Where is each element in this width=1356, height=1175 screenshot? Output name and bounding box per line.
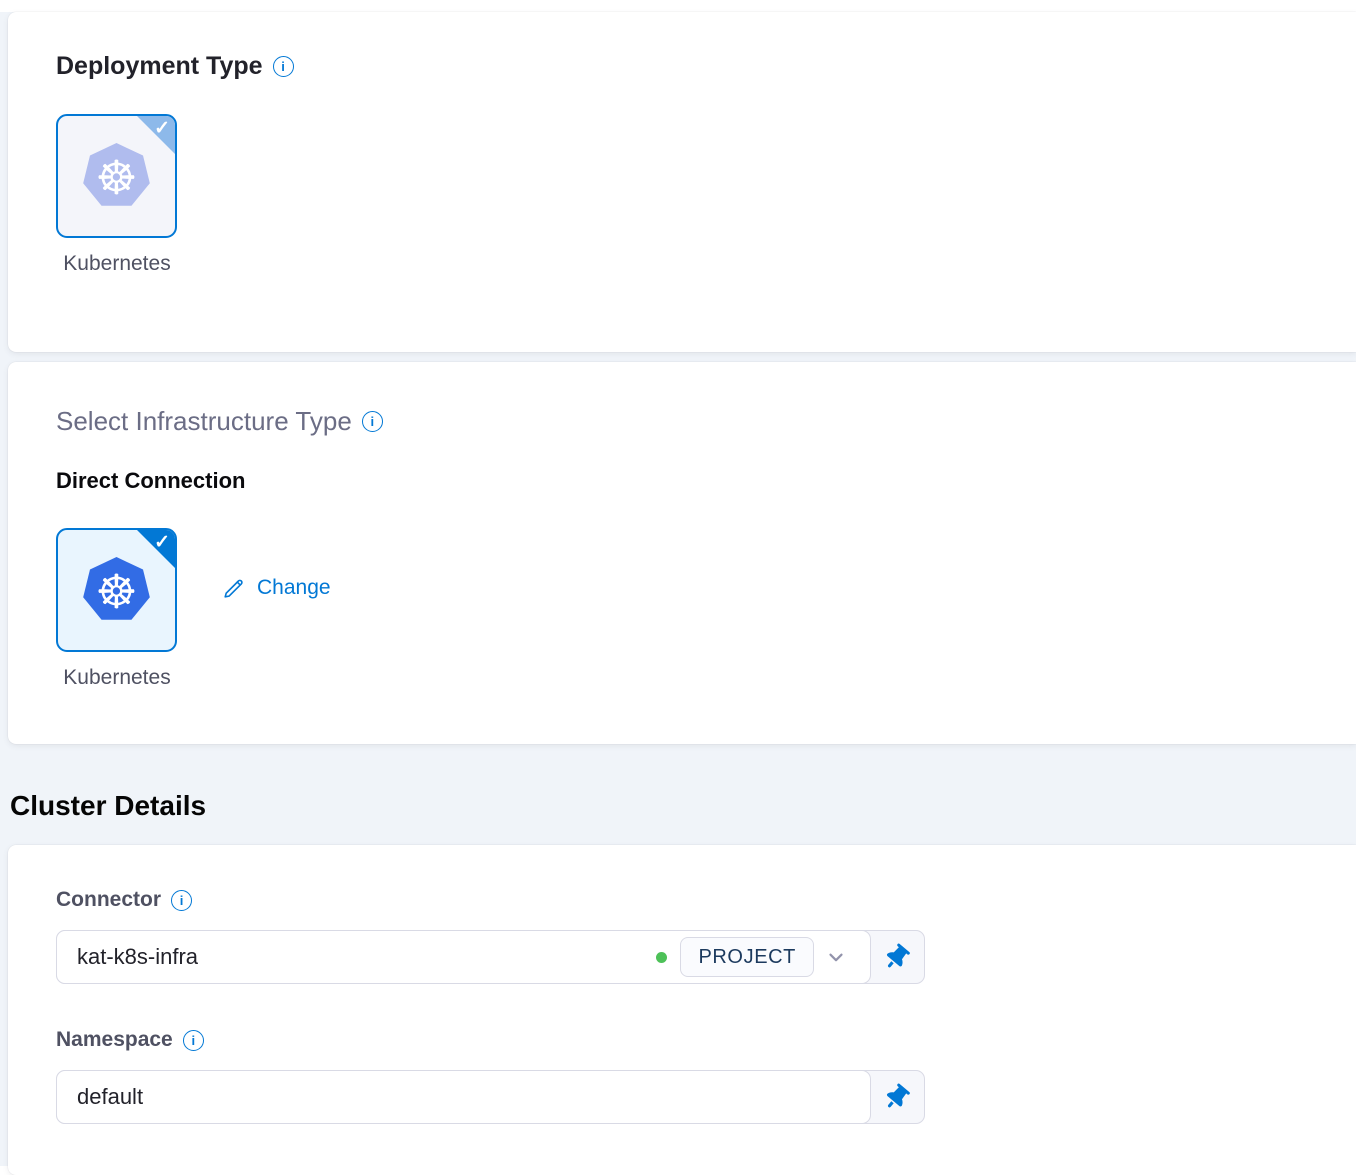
pin-icon [881, 941, 912, 972]
deployment-type-card-label: Kubernetes [52, 252, 182, 276]
cluster-details-heading: Cluster Details [10, 790, 1356, 822]
connector-pin-button[interactable] [869, 931, 924, 983]
connector-field: PROJECT [56, 930, 925, 984]
pin-icon [881, 1081, 912, 1112]
infrastructure-type-title: Select Infrastructure Type [56, 406, 352, 436]
info-icon[interactable]: i [273, 56, 294, 77]
check-icon: ✓ [154, 117, 170, 140]
namespace-pin-button[interactable] [869, 1071, 924, 1123]
info-icon[interactable]: i [362, 411, 383, 432]
chevron-down-icon[interactable] [825, 946, 847, 968]
pencil-icon [222, 576, 246, 600]
namespace-input[interactable] [56, 1070, 871, 1124]
info-icon[interactable]: i [171, 890, 192, 911]
namespace-label: Namespace [56, 1028, 173, 1052]
connector-status-dot [656, 952, 667, 963]
deployment-type-title: Deployment Type [56, 51, 263, 81]
connector-scope-badge: PROJECT [680, 937, 814, 977]
change-link-label: Change [257, 576, 331, 600]
kubernetes-icon: ☸ [83, 557, 151, 623]
cluster-details-section: Connector i PROJECT Namespace [8, 845, 1356, 1175]
change-infrastructure-link[interactable]: Change [222, 576, 331, 600]
infrastructure-kubernetes-card[interactable]: ☸ ✓ [56, 528, 177, 652]
connector-label: Connector [56, 888, 161, 912]
deployment-type-kubernetes-card[interactable]: ☸ ✓ [56, 114, 177, 238]
namespace-field [56, 1070, 925, 1124]
info-icon[interactable]: i [183, 1030, 204, 1051]
content-panel: Deployment Type i ☸ ✓ Kubernetes Select … [0, 12, 1356, 1166]
infrastructure-type-section: Select Infrastructure Type i Direct Conn… [8, 362, 1356, 744]
kubernetes-icon: ☸ [83, 143, 151, 209]
direct-connection-label: Direct Connection [56, 468, 1308, 494]
deployment-type-section: Deployment Type i ☸ ✓ Kubernetes [8, 12, 1356, 352]
check-icon: ✓ [154, 531, 170, 554]
infrastructure-card-label: Kubernetes [52, 666, 182, 690]
